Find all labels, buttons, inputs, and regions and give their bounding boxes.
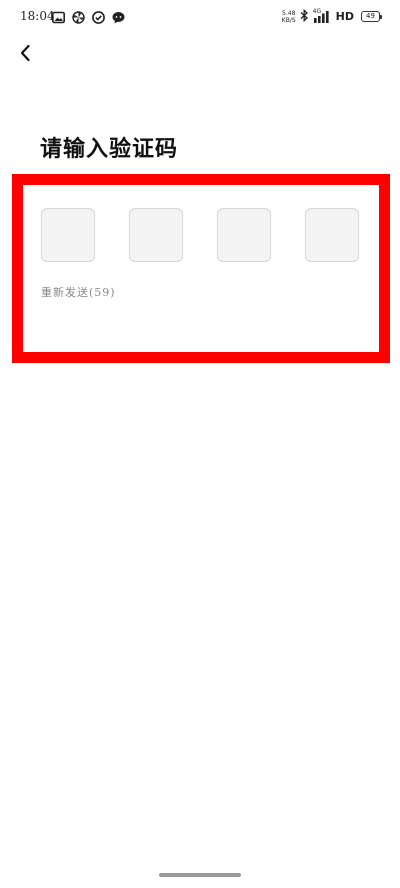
code-box-4[interactable]	[305, 208, 359, 262]
notification-icons	[52, 9, 125, 24]
battery-icon: 49	[361, 11, 382, 22]
highlight-frame	[12, 174, 390, 363]
code-box-1[interactable]	[41, 208, 95, 262]
chat-bubble-icon	[112, 9, 125, 24]
status-bar: 18:04 5.48 KB/S 4G HD 49	[0, 0, 400, 34]
status-right: 5.48 KB/S 4G HD 49	[282, 7, 382, 26]
back-button[interactable]	[14, 41, 36, 65]
hd-label: HD	[335, 10, 354, 23]
image-icon	[52, 9, 65, 24]
code-box-2[interactable]	[129, 208, 183, 262]
check-circle-icon	[92, 9, 105, 24]
network-speed-value: 5.48	[282, 9, 296, 17]
code-box-3[interactable]	[217, 208, 271, 262]
page-title: 请输入验证码	[40, 137, 179, 162]
bluetooth-icon	[300, 7, 309, 26]
chevron-left-icon	[20, 44, 30, 62]
status-time: 18:04	[20, 9, 55, 23]
pinwheel-icon	[72, 9, 85, 24]
resend-code-button[interactable]: 重新发送(59)	[41, 284, 116, 300]
network-speed: 5.48 KB/S	[282, 10, 296, 24]
signal-icon: 4G	[313, 8, 331, 24]
network-speed-unit: KB/S	[281, 16, 296, 24]
home-indicator[interactable]	[159, 873, 241, 877]
